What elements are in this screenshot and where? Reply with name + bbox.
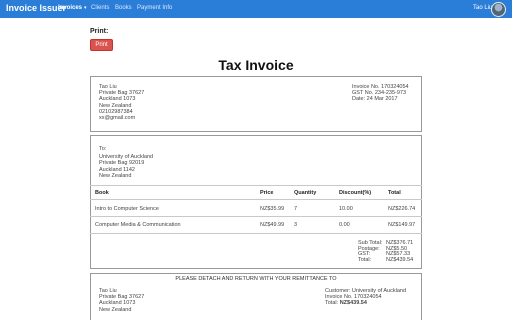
column-header-book: Book — [95, 190, 109, 196]
table-cell-discount: 10.00 — [339, 206, 353, 212]
table-cell-quantity: 7 — [294, 206, 298, 212]
issuer-email: xx@gmail.com — [99, 115, 136, 122]
navbar: Invoice Issuer Invoices ▾ Clients Books P… — [0, 0, 512, 18]
table-cell-total: NZ$226.74 — [388, 206, 416, 212]
table-cell-book: Computer Media & Communication — [95, 222, 181, 228]
table-cell-discount: 0.00 — [339, 222, 350, 228]
remittance-line: New Zealand — [99, 306, 132, 313]
totals-labels: Sub Total: Postage: GST: Total: — [358, 240, 382, 263]
table-cell-book: Intro to Computer Science — [95, 206, 159, 212]
invoice-date: Date: 24 Mar 2017 — [352, 96, 398, 103]
table-cell-total: NZ$149.97 — [388, 222, 416, 228]
remittance-total-value: NZ$439.54 — [339, 300, 367, 307]
to-label: To: — [99, 146, 107, 152]
caret-down-icon: ▾ — [84, 5, 87, 11]
print-heading: Print: — [90, 28, 109, 35]
invoice-title: Tax Invoice — [218, 57, 294, 73]
table-cell-price: NZ$49.99 — [260, 222, 285, 228]
column-header-price: Price — [260, 190, 274, 196]
nav-item-invoices[interactable]: Invoices ▾ — [58, 5, 87, 11]
table-cell-price: NZ$35.99 — [260, 206, 285, 212]
table-cell-quantity: 3 — [294, 222, 298, 228]
table-bottom-divider — [90, 233, 422, 234]
remittance-summary: Customer: University of Auckland Invoice… — [325, 288, 406, 307]
recipient-line: New Zealand — [99, 172, 132, 179]
nav-item-books[interactable]: Books — [115, 5, 132, 11]
total-label: Total: — [358, 256, 372, 263]
table-header-divider — [90, 199, 422, 200]
remittance-address: Tao Liu Private Bag 37627 Auckland 1073 … — [99, 288, 144, 313]
table-row-divider — [90, 216, 422, 217]
column-header-quantity: Quantity — [294, 190, 317, 196]
remittance-total: Total: NZ$439.54 — [325, 300, 406, 306]
invoice-meta: Invoice No. 170324054 GST No. 234-235-97… — [352, 84, 409, 103]
recipient-address: To: University of Auckland Private Bag 9… — [99, 146, 153, 179]
total-value: NZ$439.54 — [386, 256, 414, 263]
column-header-total: Total — [388, 190, 401, 196]
nav-item-invoices-label: Invoices — [58, 5, 83, 11]
remittance-total-label: Total: — [325, 300, 339, 307]
issuer-address: Tao Liu Private Bag 37627 Auckland 1073 … — [99, 84, 144, 121]
print-button[interactable]: Print — [90, 39, 113, 51]
user-name[interactable]: Tao Liu — [473, 5, 492, 11]
totals-values: NZ$376.71 NZ$5.50 NZ$57.33 NZ$439.54 — [386, 240, 414, 263]
remittance-heading: PLEASE DETACH AND RETURN WITH YOUR REMIT… — [175, 276, 337, 282]
user-avatar[interactable] — [491, 2, 506, 17]
table-top-divider — [90, 185, 422, 186]
nav-item-clients[interactable]: Clients — [91, 5, 109, 11]
nav-item-payment-info[interactable]: Payment Info — [137, 5, 172, 11]
column-header-discount: Discount(%) — [339, 190, 372, 196]
